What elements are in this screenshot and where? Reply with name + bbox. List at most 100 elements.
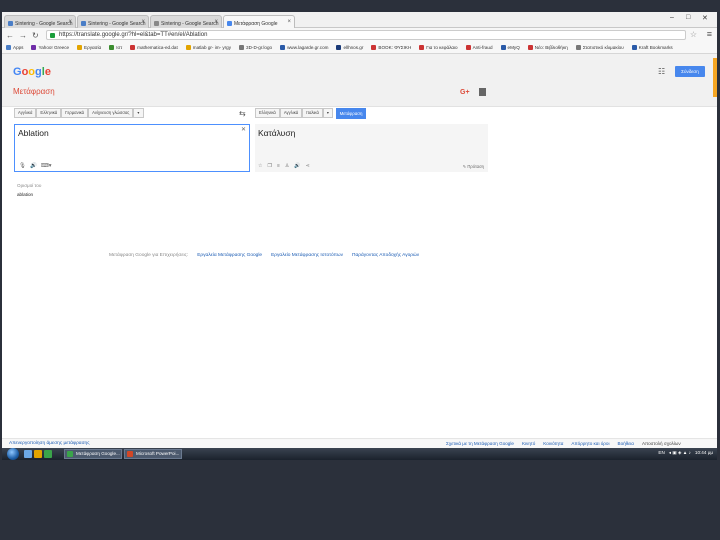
bookmark-item[interactable]: Anti-fraud xyxy=(465,45,493,50)
bookmark-item[interactable]: www.lagarde.gr.com xyxy=(280,45,328,50)
bookmark-item[interactable]: Apps xyxy=(6,45,23,50)
back-icon[interactable]: ← xyxy=(6,31,14,40)
bookmark-icon xyxy=(336,45,342,50)
definitions-heading: Ορισμοί του xyxy=(17,183,42,188)
bookmark-item[interactable]: Ιστ xyxy=(109,45,122,50)
bookmark-item[interactable]: 3D-D-gr.logo xyxy=(239,45,272,50)
listen-icon[interactable]: 🔊 xyxy=(294,163,300,169)
share-icon[interactable]: ⋖ xyxy=(306,163,310,169)
person-icon[interactable]: ♙ xyxy=(285,163,289,169)
explorer-icon[interactable] xyxy=(34,450,42,458)
google-plus-icon[interactable]: G+ xyxy=(460,89,470,96)
copy-icon[interactable]: ❐ xyxy=(267,163,271,169)
start-button-icon[interactable] xyxy=(7,448,19,460)
chrome-icon[interactable] xyxy=(44,450,52,458)
disable-instant-translation-link[interactable]: Απενεργοποίηση άμεσης μετάφρασης xyxy=(9,441,90,446)
bookmark-icon xyxy=(419,45,425,50)
bookmark-item[interactable]: Kraft Bookmarks xyxy=(631,45,673,50)
minimize-icon[interactable]: – xyxy=(670,14,674,21)
footer-link[interactable]: Παράγοντας Αποδοχής Αγορών xyxy=(352,253,419,258)
bookmark-item[interactable]: mathematica-ed.dat xyxy=(130,45,178,50)
close-tab-icon[interactable]: × xyxy=(287,19,291,25)
microphone-icon[interactable]: 🎙 xyxy=(19,163,26,169)
clear-text-icon[interactable]: ✕ xyxy=(241,126,246,133)
bookmark-item[interactable]: Εργασία xyxy=(77,45,101,50)
bookmark-item[interactable]: ellhnos.gr xyxy=(336,45,363,50)
bookmark-icon xyxy=(371,45,377,50)
browser-tab[interactable]: Sintering - Google Search × xyxy=(4,15,76,28)
source-lang-dropdown[interactable]: ▾ xyxy=(133,108,144,118)
tab-favicon-icon xyxy=(154,21,159,26)
sign-in-button[interactable]: Σύνδεση xyxy=(675,66,705,77)
definitions-word: ablation xyxy=(17,192,34,197)
bottom-link[interactable]: Κινητό xyxy=(522,441,535,446)
bookmark-icon xyxy=(575,45,581,50)
translation-result-area: Κατάλυση ☆ ❐ ≡ ♙ 🔊 ⋖ ✎ Πρόταση xyxy=(255,124,488,172)
bookmark-item[interactable]: Για το κεφάλαιο xyxy=(419,45,458,50)
maximize-icon[interactable]: □ xyxy=(686,14,690,21)
source-lang-button[interactable]: Αγγλικά xyxy=(14,108,37,118)
swap-languages-icon[interactable]: ⇆ xyxy=(239,109,246,118)
browser-tab[interactable]: Sintering - Google Search × xyxy=(150,15,222,28)
folder-icon xyxy=(185,45,191,50)
bookmark-item[interactable]: Νέο: Βιβλιοθήκη xyxy=(527,45,568,50)
clock[interactable]: 10:44 μμ xyxy=(695,450,713,456)
bottom-link[interactable]: Κοινότητα xyxy=(543,441,563,446)
browser-tab[interactable]: Sintering - Google Search × xyxy=(77,15,149,28)
bookmark-icon xyxy=(239,45,245,50)
source-text[interactable]: Ablation xyxy=(18,128,49,138)
show-desktop-icon[interactable] xyxy=(24,450,32,458)
bookmark-icon xyxy=(465,45,471,50)
listen-icon[interactable]: 🔊 xyxy=(30,163,37,169)
source-language-bar: Αγγλικά Ελληνικά Γερμανικά Ανίχνευση γλώ… xyxy=(14,108,144,118)
star-icon[interactable]: ☆ xyxy=(258,163,262,169)
target-lang-button[interactable]: Ιταλικά xyxy=(302,108,323,118)
target-lang-dropdown[interactable]: ▾ xyxy=(322,108,333,118)
tab-favicon-icon xyxy=(227,21,232,26)
target-lang-button[interactable]: Αγγλικά xyxy=(279,108,303,118)
target-lang-button[interactable]: Ελληνικά xyxy=(255,108,280,118)
browser-tab-active[interactable]: Μετάφραση Google × xyxy=(223,15,295,28)
bottom-link[interactable]: Βοήθεια xyxy=(618,441,634,446)
bottom-link[interactable]: Σχετικά με τη Μετάφραση Google xyxy=(446,441,514,446)
source-lang-button[interactable]: Ελληνικά xyxy=(36,108,62,118)
taskbar-task[interactable]: Microsoft PowerPoi... xyxy=(124,449,182,459)
language-indicator[interactable]: EN xyxy=(658,450,664,456)
bookmark-item[interactable]: matlab gr- im- yrgy xyxy=(185,45,231,50)
result-tools: ☆ ❐ ≡ ♙ 🔊 ⋖ xyxy=(258,163,310,169)
chrome-icon xyxy=(67,451,73,457)
footer-link[interactable]: Εργαλείο Μετάφρασης Ιστοτόπων xyxy=(271,253,343,258)
bookmark-star-icon[interactable]: ☆ xyxy=(690,30,697,39)
browser-menu-icon[interactable]: ≡ xyxy=(707,29,712,39)
apps-grid-icon[interactable]: ☷ xyxy=(658,67,665,76)
close-tab-icon[interactable]: × xyxy=(214,19,218,25)
bottom-link[interactable]: Απόρρητο και όροι xyxy=(571,441,609,446)
bookmark-item[interactable]: Στατιστικό κλιμακίου xyxy=(575,45,624,50)
translate-button[interactable]: Μετάφραση xyxy=(336,108,366,119)
page-bottom-bar: Απενεργοποίηση άμεσης μετάφρασης Σχετικά… xyxy=(2,438,717,448)
source-text-area[interactable]: Ablation ✕ 🎙 🔊 ⌨▾ xyxy=(14,124,250,172)
translated-text: Κατάλυση xyxy=(258,128,296,138)
bottom-link[interactable]: Αποστολή σχολίων xyxy=(642,441,681,446)
source-lang-button[interactable]: Γερμανικά xyxy=(61,108,89,118)
tray-icons[interactable]: ◂ ▣ ◈ ▲ ♪ xyxy=(669,450,691,456)
reload-icon[interactable]: ↻ xyxy=(32,31,39,40)
footer-link[interactable]: Εργαλεία Μετάφρασης Google xyxy=(197,253,262,258)
lock-icon xyxy=(50,33,55,38)
close-tab-icon[interactable]: × xyxy=(68,19,72,25)
close-tab-icon[interactable]: × xyxy=(141,19,145,25)
notifications-icon[interactable] xyxy=(479,88,486,96)
close-window-icon[interactable]: ✕ xyxy=(702,14,708,22)
source-lang-button[interactable]: Ανίχνευση γλώσσας xyxy=(88,108,134,118)
phrasebook-icon[interactable]: ≡ xyxy=(277,163,280,169)
forward-icon[interactable]: → xyxy=(19,31,27,40)
bookmark-item[interactable]: Yahoo! Greece xyxy=(31,45,69,50)
taskbar-task[interactable]: Μετάφραση Google... xyxy=(64,449,122,459)
address-bar[interactable]: https://translate.google.gr/?hl=el&tab=T… xyxy=(46,30,686,40)
suggest-edit-link[interactable]: ✎ Πρόταση xyxy=(463,164,484,169)
bookmark-item[interactable]: eMyQ xyxy=(500,45,520,50)
keyboard-icon[interactable]: ⌨▾ xyxy=(41,163,52,169)
omnibar: ← → ↻ https://translate.google.gr/?hl=el… xyxy=(2,28,717,42)
google-logo[interactable]: Google xyxy=(13,66,51,78)
bookmark-item[interactable]: BOOK: ΦΥΣΙΚΗ xyxy=(371,45,411,50)
